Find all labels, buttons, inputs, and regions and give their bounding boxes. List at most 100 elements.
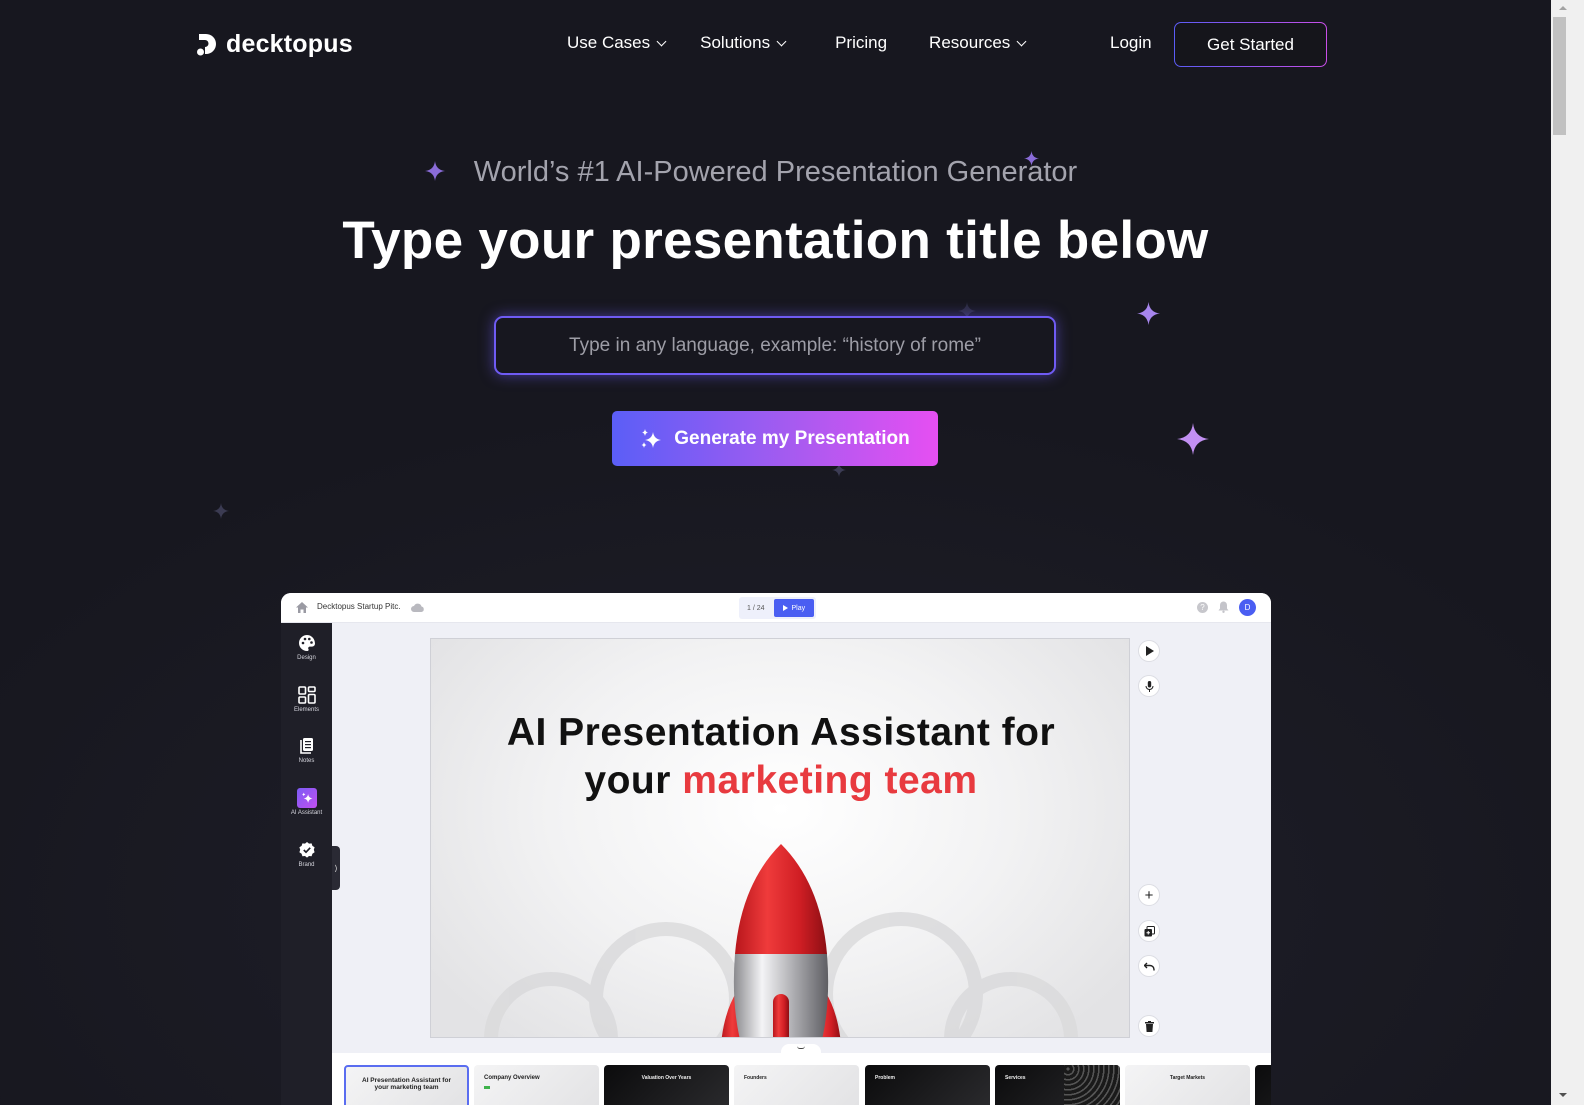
nav-links: Use Cases Solutions Pricing Resources — [567, 33, 1027, 53]
slide-thumbnail[interactable]: Target Markets — [1125, 1065, 1250, 1105]
logo[interactable]: decktopus — [196, 30, 353, 59]
editor-sidebar: Design Elements Notes AI Assistant Brand — [281, 623, 332, 1105]
home-icon[interactable] — [296, 602, 308, 613]
sidebar-item-elements[interactable]: Elements — [281, 685, 332, 713]
sidebar-item-label: Brand — [298, 862, 315, 868]
thumbnail-title: Company Overview — [484, 1075, 540, 1081]
thumbnail-green-marker — [484, 1086, 490, 1089]
badge-check-icon — [298, 842, 315, 858]
nav-use-cases-label: Use Cases — [567, 33, 651, 52]
logo-text: decktopus — [226, 30, 353, 58]
bell-icon[interactable] — [1218, 601, 1229, 613]
thumbnail-title: AI Presentation Assistant for your marke… — [362, 1077, 451, 1091]
slide-thumbnail[interactable]: AI Presentation Assistant for your marke… — [344, 1065, 469, 1105]
nav-pricing-label: Pricing — [835, 33, 888, 52]
play-icon — [1146, 646, 1154, 656]
scroll-up-arrow-icon[interactable] — [1559, 6, 1567, 10]
document-title[interactable]: Decktopus Startup Pitc. — [317, 602, 401, 611]
play-label: Play — [791, 604, 806, 612]
chevron-down-icon — [1016, 36, 1027, 47]
nav-use-cases[interactable]: Use Cases — [567, 33, 667, 53]
duplicate-icon — [1144, 925, 1155, 936]
hero-headline: Type your presentation title below — [342, 211, 1209, 270]
thumbnail-title: Valuation Over Years — [641, 1075, 692, 1081]
notes-icon — [299, 738, 313, 754]
rocket-image — [721, 844, 841, 1037]
presentation-title-input[interactable] — [496, 318, 1054, 373]
app-toolbar: Decktopus Startup Pitc. 1 / 24 Play ? D — [281, 593, 1271, 623]
slide-counter: 1 / 24 — [747, 604, 765, 612]
login-link[interactable]: Login — [1110, 33, 1152, 53]
presentation-title-field — [494, 316, 1056, 375]
nav-resources[interactable]: Resources — [929, 33, 1027, 53]
slide-thumbnail[interactable]: Company Overview — [474, 1065, 599, 1105]
record-voice-button[interactable] — [1138, 675, 1160, 697]
slide-filmstrip: AI Presentation Assistant for your marke… — [332, 1053, 1271, 1105]
landing-page: decktopus Use Cases Solutions Pricing Re… — [0, 0, 1551, 1105]
nav-solutions[interactable]: Solutions — [700, 33, 787, 53]
play-button[interactable]: Play — [773, 599, 815, 617]
sidebar-item-brand[interactable]: Brand — [281, 840, 332, 868]
avatar[interactable]: D — [1239, 599, 1256, 616]
sidebar-item-design[interactable]: Design — [281, 633, 332, 661]
sidebar-item-label: Elements — [293, 707, 319, 713]
slide-title-line1: AI Presentation Assistant for — [506, 711, 1056, 754]
thumbnail-title: Problem — [875, 1075, 896, 1081]
hero-subtitle: World’s #1 AI-Powered Presentation Gener… — [473, 156, 1078, 188]
get-started-button[interactable]: Get Started — [1174, 22, 1327, 67]
sidebar-item-notes[interactable]: Notes — [281, 736, 332, 764]
slide-title-line2: your marketing team — [431, 757, 1129, 805]
thumbnail-photo — [1064, 1065, 1120, 1105]
nav-solutions-label: Solutions — [700, 33, 771, 52]
thumbnail-title: Founders — [744, 1075, 767, 1081]
slide-canvas[interactable]: AI Presentation Assistant for your marke… — [430, 638, 1130, 1038]
sparkles-icon — [641, 428, 662, 448]
decktopus-logo-icon — [197, 33, 216, 55]
slide-title-plain: your — [584, 759, 683, 802]
sparkle-icon — [1177, 423, 1209, 455]
grid-icon — [297, 686, 316, 704]
scroll-down-arrow-icon[interactable] — [1559, 1093, 1567, 1097]
add-slide-button[interactable]: + — [1138, 884, 1160, 906]
sidebar-item-label: Design — [297, 655, 316, 661]
top-nav: decktopus Use Cases Solutions Pricing Re… — [0, 0, 1551, 88]
slide-title: AI Presentation Assistant for your marke… — [431, 709, 1129, 805]
slide-thumbnail[interactable]: Services — [995, 1065, 1120, 1105]
sidebar-item-label: AI Assistant — [290, 810, 323, 816]
mic-icon — [1145, 680, 1153, 692]
help-icon[interactable]: ? — [1197, 602, 1208, 613]
palette-icon — [298, 635, 315, 651]
present-button[interactable] — [1138, 640, 1160, 662]
trash-icon — [1144, 1020, 1154, 1032]
sparkle-icon — [1137, 302, 1160, 325]
chevron-down-icon — [797, 1046, 805, 1049]
thumbnail-title: Services — [1005, 1075, 1026, 1081]
page-scrollbar[interactable] — [1551, 0, 1584, 1105]
slide-counter-group: 1 / 24 Play — [739, 597, 817, 619]
duplicate-slide-button[interactable] — [1138, 920, 1160, 942]
thumbnail-title: Target Markets — [1169, 1075, 1206, 1081]
generate-presentation-button[interactable]: Generate my Presentation — [612, 411, 938, 466]
undo-icon — [1143, 962, 1155, 970]
scrollbar-thumb[interactable] — [1553, 17, 1566, 135]
generate-presentation-label: Generate my Presentation — [674, 427, 910, 449]
slide-thumbnail[interactable]: Founders — [734, 1065, 859, 1105]
sidebar-item-ai-assistant[interactable]: AI Assistant — [281, 788, 332, 816]
slide-thumbnail[interactable]: Problem — [865, 1065, 990, 1105]
sparkle-icon — [213, 503, 229, 519]
sidebar-collapse-handle[interactable]: ⟩ — [332, 846, 340, 890]
slide-thumbnail[interactable] — [1255, 1065, 1271, 1105]
undo-button[interactable] — [1138, 955, 1160, 977]
play-icon — [782, 605, 788, 611]
plus-icon: + — [1144, 886, 1154, 904]
nav-pricing[interactable]: Pricing — [835, 33, 887, 53]
nav-resources-label: Resources — [929, 33, 1011, 52]
delete-slide-button[interactable] — [1138, 1015, 1160, 1037]
slide-thumbnail[interactable]: Valuation Over Years — [604, 1065, 729, 1105]
app-preview: Decktopus Startup Pitc. 1 / 24 Play ? D … — [281, 593, 1271, 1105]
sparkle-icon — [301, 792, 312, 803]
sidebar-item-label: Notes — [298, 758, 315, 764]
chevron-down-icon — [776, 36, 787, 47]
cloud-saved-icon — [411, 603, 424, 612]
slide-title-accent: marketing team — [682, 759, 978, 802]
